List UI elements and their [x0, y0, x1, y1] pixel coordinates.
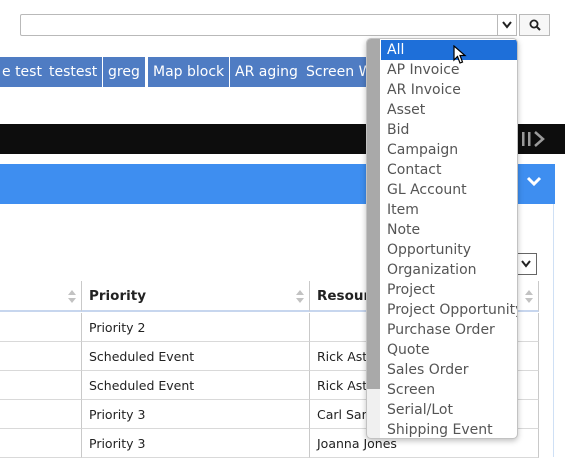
- table-cell[interactable]: [0, 342, 82, 371]
- tab-map-block[interactable]: Map block: [148, 57, 230, 87]
- page-size-select[interactable]: [515, 253, 537, 275]
- dropdown-option[interactable]: Opportunity: [381, 240, 517, 260]
- chevron-down-icon: [521, 260, 531, 268]
- dropdown-option[interactable]: AR Invoice: [381, 80, 517, 100]
- tab-ar-aging[interactable]: AR aging: [230, 57, 303, 87]
- dropdown-option[interactable]: Contact: [381, 160, 517, 180]
- dropdown-option[interactable]: GL Account: [381, 180, 517, 200]
- tab-greg[interactable]: greg: [103, 57, 145, 87]
- chevron-down-icon: [502, 21, 512, 29]
- table-cell-priority[interactable]: Scheduled Event: [82, 371, 310, 400]
- table-cell-priority[interactable]: Priority 3: [82, 400, 310, 429]
- dropdown-option[interactable]: Campaign: [381, 140, 517, 160]
- table-cell-priority[interactable]: Priority 3: [82, 429, 310, 458]
- table-cell-priority[interactable]: Priority 2: [82, 313, 310, 342]
- dropdown-option[interactable]: Sales Order: [381, 360, 517, 380]
- dropdown-option[interactable]: Project: [381, 280, 517, 300]
- dropdown-option-all[interactable]: All: [381, 40, 517, 60]
- dropdown-option[interactable]: Screen: [381, 380, 517, 400]
- search-button[interactable]: [519, 14, 550, 36]
- column-header-priority[interactable]: Priority: [82, 281, 310, 312]
- chevron-down-icon[interactable]: [526, 176, 542, 188]
- column-header-label: Resour: [317, 288, 371, 304]
- table-cell[interactable]: [0, 371, 82, 400]
- table-cell[interactable]: [0, 313, 82, 342]
- search-type-dropdown-button[interactable]: [497, 14, 517, 36]
- tab-testest[interactable]: testest: [44, 57, 103, 87]
- search-icon: [529, 19, 541, 31]
- sort-icon: [68, 290, 76, 303]
- dropdown-option[interactable]: Note: [381, 220, 517, 240]
- sort-icon: [525, 290, 533, 303]
- dropdown-option[interactable]: Quote: [381, 340, 517, 360]
- table-cell[interactable]: [0, 400, 82, 429]
- search-type-dropdown-list[interactable]: All AP Invoice AR Invoice Asset Bid Camp…: [366, 38, 518, 439]
- mouse-cursor-icon: [453, 45, 467, 64]
- table-cell-priority[interactable]: Scheduled Event: [82, 342, 310, 371]
- dropdown-option[interactable]: Serial/Lot: [381, 400, 517, 420]
- scrollbar-thumb[interactable]: [367, 39, 380, 438]
- dropdown-option[interactable]: Purchase Order: [381, 320, 517, 340]
- column-header-label: Priority: [89, 288, 146, 304]
- tab-e-test[interactable]: e test: [0, 57, 47, 87]
- dropdown-option[interactable]: Project Opportunity: [381, 300, 517, 320]
- dropdown-option[interactable]: Shipping Event: [381, 420, 517, 438]
- table-cell[interactable]: [0, 429, 82, 458]
- dropdown-option[interactable]: Item: [381, 200, 517, 220]
- search-input[interactable]: [20, 14, 517, 36]
- sort-icon: [296, 290, 304, 303]
- dropdown-option[interactable]: AP Invoice: [381, 60, 517, 80]
- column-header[interactable]: [0, 281, 82, 312]
- dropdown-option[interactable]: Organization: [381, 260, 517, 280]
- scrollbar-track[interactable]: [367, 389, 380, 438]
- dropdown-option[interactable]: Asset: [381, 100, 517, 120]
- collapse-panel-icon[interactable]: [518, 131, 550, 147]
- dropdown-option[interactable]: Bid: [381, 120, 517, 140]
